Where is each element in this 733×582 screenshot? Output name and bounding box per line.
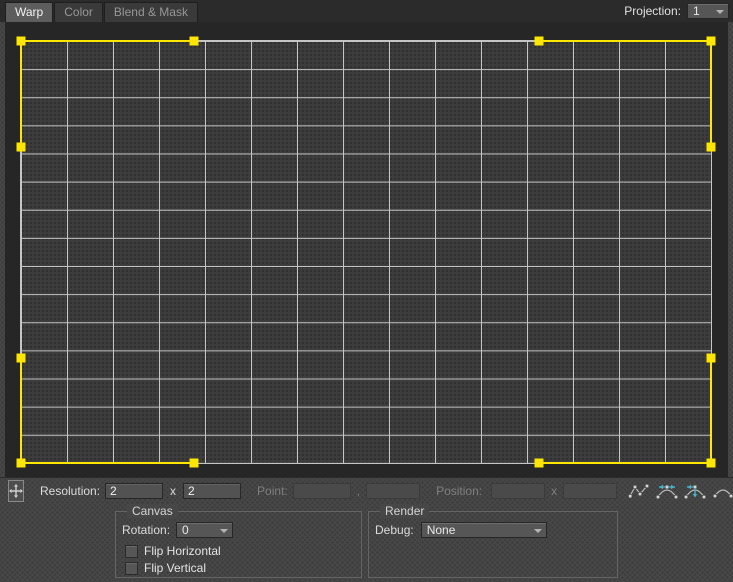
- debug-label: Debug:: [375, 523, 414, 537]
- warp-tangent-handle[interactable]: [17, 142, 26, 151]
- chevron-down-icon: [716, 10, 724, 14]
- warp-grid[interactable]: [20, 40, 712, 464]
- tab-warp[interactable]: Warp: [5, 2, 53, 22]
- warp-edge-segment: [21, 40, 194, 42]
- warp-tangent-handle[interactable]: [707, 353, 716, 362]
- point-separator: ,: [357, 484, 360, 498]
- warp-edge-segment: [20, 358, 22, 464]
- rotation-value: 0: [182, 523, 189, 537]
- warp-editor-window: WarpColorBlend & Mask Projection: 1: [0, 0, 733, 582]
- projection-dropdown[interactable]: 1: [687, 3, 729, 19]
- linear-points-mode-button[interactable]: [626, 480, 652, 502]
- resolution-separator: x: [170, 484, 176, 498]
- warp-corner-handle[interactable]: [707, 37, 716, 46]
- bezier-horizontal-mode-button[interactable]: [654, 480, 680, 502]
- debug-value: None: [427, 523, 456, 537]
- tab-color[interactable]: Color: [54, 2, 103, 22]
- tab-bar: WarpColorBlend & Mask: [0, 0, 733, 22]
- chevron-down-icon: [534, 529, 542, 533]
- warp-tangent-handle[interactable]: [189, 459, 198, 468]
- warp-edge-segment: [710, 41, 712, 147]
- linear-points-icon: [628, 483, 650, 499]
- rotation-label: Rotation:: [122, 523, 170, 537]
- bezier-free-icon: [683, 482, 707, 500]
- chevron-down-icon: [220, 529, 228, 533]
- warp-corner-handle[interactable]: [17, 37, 26, 46]
- bezier-horizontal-icon: [655, 482, 679, 500]
- debug-dropdown[interactable]: None: [421, 522, 547, 538]
- warp-toolbar: Resolution: x Point: , Position: x: [0, 477, 733, 504]
- warp-tangent-handle[interactable]: [534, 459, 543, 468]
- position-separator: x: [551, 484, 557, 498]
- resolution-label: Resolution:: [40, 484, 100, 498]
- position-label: Position:: [436, 484, 482, 498]
- canvas-group-legend: Canvas: [127, 504, 178, 518]
- point-x-input[interactable]: [293, 483, 351, 499]
- bezier-free-mode-button[interactable]: [682, 480, 708, 502]
- projection-control: Projection: 1: [624, 2, 729, 20]
- arc-icon: [712, 483, 733, 499]
- warp-edge-segment: [20, 41, 22, 147]
- warp-edge-segment: [539, 40, 712, 42]
- move-button[interactable]: [8, 480, 24, 502]
- move-icon: [9, 484, 23, 498]
- warp-canvas[interactable]: [5, 22, 728, 477]
- warp-corner-handle[interactable]: [17, 459, 26, 468]
- projection-value: 1: [693, 4, 700, 18]
- canvas-groupbox: Canvas Rotation: 0 Flip Horizontal Flip …: [115, 511, 362, 578]
- warp-corner-handle[interactable]: [707, 459, 716, 468]
- flip-horizontal-checkbox[interactable]: [125, 545, 138, 558]
- rotation-dropdown[interactable]: 0: [176, 522, 233, 538]
- flip-horizontal-label: Flip Horizontal: [144, 544, 221, 558]
- resolution-x-input[interactable]: [105, 483, 163, 499]
- render-group-legend: Render: [380, 504, 429, 518]
- tab-blend-mask[interactable]: Blend & Mask: [104, 2, 198, 22]
- projection-label: Projection:: [624, 4, 681, 18]
- position-x-input[interactable]: [491, 483, 545, 499]
- flip-vertical-checkbox[interactable]: [125, 562, 138, 575]
- point-label: Point:: [257, 484, 288, 498]
- point-y-input[interactable]: [366, 483, 420, 499]
- position-y-input[interactable]: [563, 483, 617, 499]
- warp-tangent-handle[interactable]: [707, 142, 716, 151]
- render-groupbox: Render Debug: None: [368, 511, 618, 578]
- warp-tangent-handle[interactable]: [17, 353, 26, 362]
- warp-tangent-handle[interactable]: [189, 37, 198, 46]
- flip-vertical-label: Flip Vertical: [144, 561, 206, 575]
- warp-edge-segment: [710, 358, 712, 464]
- warp-tangent-handle[interactable]: [534, 37, 543, 46]
- warp-edge-segment: [21, 462, 194, 464]
- resolution-y-input[interactable]: [183, 483, 241, 499]
- warp-edge-segment: [539, 462, 712, 464]
- arc-mode-button[interactable]: [710, 480, 733, 502]
